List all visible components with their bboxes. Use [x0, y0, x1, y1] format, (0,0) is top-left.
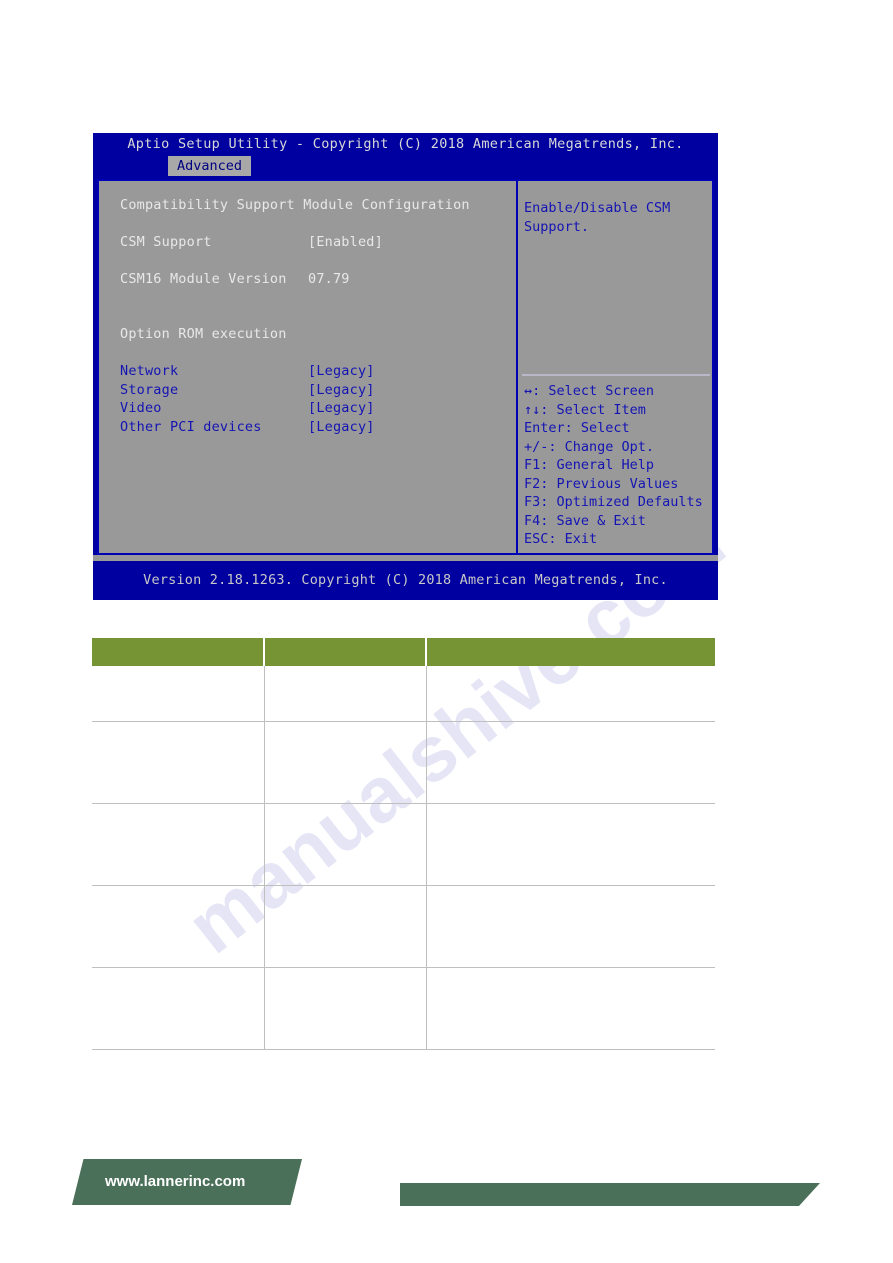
setting-label-other-pci-devices[interactable]: Other PCI devices: [120, 420, 262, 434]
table-cell: [426, 967, 715, 1050]
setting-value-other-pci-devices[interactable]: [Legacy]: [308, 420, 375, 434]
setting-value-network[interactable]: [Legacy]: [308, 364, 375, 378]
bios-tab-bar: Advanced: [93, 156, 718, 176]
table-row: [92, 967, 715, 1050]
table-cell: [263, 721, 427, 804]
key-select-item: ↑↓: Select Item: [524, 401, 646, 418]
table-cell: [426, 666, 715, 722]
key-select-screen: ↔: Select Screen: [524, 383, 655, 399]
bios-title: Aptio Setup Utility - Copyright (C) 2018…: [93, 133, 718, 156]
help-description: Enable/Disable CSM Support.: [524, 200, 671, 235]
table-cell: [426, 721, 715, 804]
table-row: [92, 721, 715, 804]
setting-label-csm16-version: CSM16 Module Version: [120, 271, 287, 287]
table-cell: [92, 721, 264, 804]
bios-help-pane: Enable/Disable CSM Support. ↔: Select Sc…: [518, 181, 712, 553]
setting-value-video[interactable]: [Legacy]: [308, 401, 375, 415]
bios-version-footer: Version 2.18.1263. Copyright (C) 2018 Am…: [93, 561, 718, 600]
setting-label-storage[interactable]: Storage: [120, 383, 178, 397]
bios-content-panel: Compatibility Support Module Configurati…: [97, 179, 714, 555]
table-cell: [263, 885, 427, 968]
table-cell: [92, 803, 264, 886]
setting-value-storage[interactable]: [Legacy]: [308, 383, 375, 397]
key-enter-select: Enter: Select: [524, 420, 630, 436]
tab-advanced[interactable]: Advanced: [168, 156, 252, 176]
setting-label-network[interactable]: Network: [120, 364, 178, 378]
table-cell: [92, 885, 264, 968]
table-header-cell-1: [264, 638, 427, 666]
footer-url-text[interactable]: www.lannerinc.com: [105, 1159, 245, 1205]
key-f3-optimized-defaults: F3: Optimized Defaults: [524, 494, 703, 510]
table-row: [92, 803, 715, 886]
setting-value-csm-support[interactable]: [Enabled]: [308, 235, 383, 249]
table-header-row: [92, 638, 715, 666]
key-f1-general-help: F1: General Help: [524, 457, 655, 473]
table-header-cell-0: [92, 638, 265, 666]
settings-table: [92, 638, 715, 1050]
table-row: [92, 666, 715, 722]
table-cell: [426, 885, 715, 968]
table-cell: [263, 666, 427, 722]
table-cell: [92, 666, 264, 722]
footer-accent-bar: [400, 1183, 820, 1206]
setting-label-csm-support[interactable]: CSM Support: [120, 235, 212, 249]
key-legend: ↔: Select Screen ↑↓: Select Item Enter: …: [524, 382, 703, 549]
key-f2-previous-values: F2: Previous Values: [524, 475, 679, 492]
setting-label-video[interactable]: Video: [120, 401, 162, 415]
setting-value-csm16-version: 07.79: [308, 271, 350, 287]
table-cell: [426, 803, 715, 886]
table-cell: [92, 967, 264, 1050]
bios-settings-pane: Compatibility Support Module Configurati…: [99, 181, 516, 553]
bios-setup-screenshot: Aptio Setup Utility - Copyright (C) 2018…: [93, 133, 718, 600]
table-row: [92, 885, 715, 968]
table-cell: [263, 967, 427, 1050]
key-esc-exit: ESC: Exit: [524, 531, 598, 547]
help-separator: [522, 374, 710, 376]
section-heading: Compatibility Support Module Configurati…: [120, 197, 470, 213]
key-change-opt: +/-: Change Opt.: [524, 438, 655, 455]
key-f4-save-exit: F4: Save & Exit: [524, 512, 646, 529]
table-header-cell-2: [426, 638, 715, 666]
group-heading-option-rom: Option ROM execution: [120, 326, 287, 342]
table-cell: [263, 803, 427, 886]
